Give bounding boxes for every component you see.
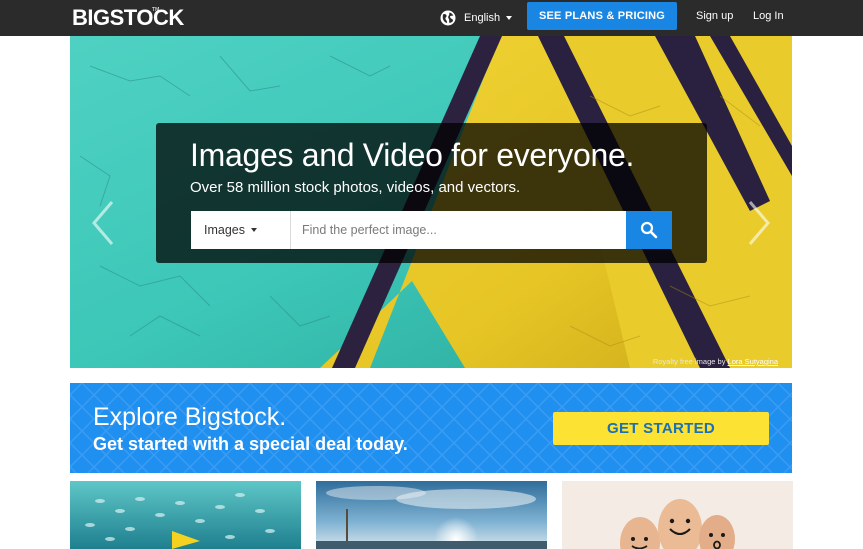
hero-headline: Images and Video for everyone. — [190, 137, 635, 173]
promo-title: Explore Bigstock. — [93, 403, 287, 431]
language-selector[interactable]: English — [440, 8, 513, 28]
logo-trademark: TM — [152, 7, 160, 13]
log-in-link[interactable]: Log In — [753, 10, 784, 22]
fish-school-image — [70, 481, 301, 549]
chevron-left-icon[interactable] — [88, 199, 118, 247]
thumbnail-sunset-beach[interactable] — [316, 481, 547, 549]
language-label: English — [464, 12, 501, 24]
search-type-label: Images — [204, 223, 245, 237]
top-navigation-bar: BIGSTOCK TM English SEE PLANS & PRICING … — [0, 0, 863, 36]
chevron-down-icon — [251, 228, 257, 232]
see-plans-pricing-button[interactable]: SEE PLANS & PRICING — [527, 2, 677, 30]
sunset-beach-image — [316, 481, 547, 549]
search-panel: Images and Video for everyone. Over 58 m… — [156, 123, 707, 263]
credit-author-link[interactable]: Lora Sutyagina — [728, 357, 778, 366]
search-type-dropdown[interactable]: Images — [191, 211, 291, 249]
chevron-down-icon — [506, 16, 513, 20]
get-started-button[interactable]: GET STARTED — [553, 412, 769, 445]
promo-banner: Explore Bigstock. Get started with a spe… — [70, 383, 792, 473]
search-icon — [640, 221, 658, 239]
thumbnail-fish[interactable] — [70, 481, 301, 549]
search-button[interactable] — [626, 211, 672, 249]
image-credit: Royalty free image by Lora Sutyagina — [653, 357, 778, 366]
search-input[interactable] — [291, 211, 626, 249]
credit-prefix: Royalty free image by — [652, 357, 726, 366]
smiley-fingers-image — [562, 481, 793, 549]
chevron-right-icon[interactable] — [744, 199, 774, 247]
hero-subline: Over 58 million stock photos, videos, an… — [190, 179, 521, 196]
globe-icon — [440, 10, 456, 26]
bigstock-logo[interactable]: BIGSTOCK — [72, 5, 184, 31]
thumbnail-smiley-fingers[interactable] — [562, 481, 793, 549]
sign-up-link[interactable]: Sign up — [696, 10, 733, 22]
promo-subtitle: Get started with a special deal today. — [93, 434, 408, 454]
hero-banner: Images and Video for everyone. Over 58 m… — [70, 36, 792, 368]
